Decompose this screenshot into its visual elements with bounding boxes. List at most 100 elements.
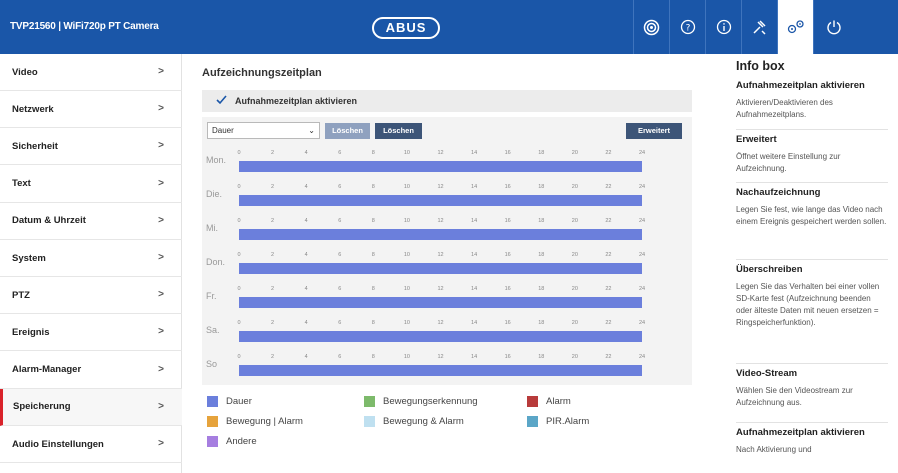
maintenance-button[interactable]: [741, 0, 777, 54]
day-schedule-bar[interactable]: [239, 161, 642, 172]
sidebar-item-label: Audio Einstellungen: [12, 438, 104, 450]
hour-tick-label: 10: [403, 286, 410, 292]
day-label: Mi.: [206, 223, 218, 233]
hour-tick-label: 14: [471, 354, 478, 360]
hour-tick-label: 6: [338, 354, 342, 360]
hour-tick-label: 8: [371, 184, 375, 190]
sidebar-item-label: Netzwerk: [12, 103, 54, 115]
hour-tick-label: 16: [504, 150, 511, 156]
hour-tick-label: 12: [437, 354, 444, 360]
day-schedule-bar[interactable]: [239, 365, 642, 376]
day-label: Die.: [206, 189, 223, 199]
info-heading: Aufnahmezeitplan aktivieren: [736, 427, 865, 438]
power-button[interactable]: [813, 0, 853, 54]
hour-tick-label: 24: [638, 252, 646, 258]
sidebar-item[interactable]: System >: [0, 240, 182, 277]
hour-tick-label: 16: [504, 252, 511, 258]
hour-tick-label: 22: [605, 320, 612, 326]
sidebar-item[interactable]: Text >: [0, 166, 182, 203]
hour-tick-label: 2: [271, 354, 275, 360]
hour-tick-label: 24: [638, 150, 646, 156]
hour-tick-label: 2: [271, 320, 275, 326]
live-view-button[interactable]: [633, 0, 669, 54]
chevron-right-icon: >: [158, 177, 164, 189]
day-label: Mon.: [206, 155, 227, 165]
hour-tick-label: 6: [338, 252, 342, 258]
help-button[interactable]: ?: [669, 0, 705, 54]
hour-tick-label: 16: [504, 218, 511, 224]
day-schedule-bar[interactable]: [239, 195, 642, 206]
hour-tick-label: 22: [605, 354, 612, 360]
enable-schedule-label: Aufnahmezeitplan aktivieren: [235, 96, 358, 106]
info-heading: Aufnahmezeitplan aktivieren: [736, 80, 865, 91]
hour-tick-label: 10: [403, 320, 410, 326]
day-schedule-bar[interactable]: [239, 331, 642, 342]
hour-tick-label: 18: [538, 252, 545, 258]
sidebar-item-label: Text: [12, 178, 31, 190]
delete-button-disabled[interactable]: Löschen: [325, 123, 370, 139]
legend-swatch: [364, 416, 375, 427]
hour-tick-label: 4: [304, 286, 308, 292]
info-heading: Überschreiben: [736, 264, 803, 275]
hour-tick-label: 20: [571, 184, 578, 190]
legend-label: Dauer: [226, 396, 252, 407]
info-heading: Nachaufzeichnung: [736, 187, 821, 198]
hour-tick-label: 6: [338, 286, 342, 292]
sidebar-item[interactable]: Audio Einstellungen >: [0, 426, 182, 463]
sidebar-item-label: Video: [12, 66, 38, 78]
hour-tick-label: 12: [437, 150, 444, 156]
hour-tick-label: 20: [571, 150, 578, 156]
info-box-title: Info box: [736, 59, 785, 73]
info-divider: [736, 259, 888, 260]
sidebar-item-label: Alarm-Manager: [12, 364, 82, 376]
settings-button[interactable]: [777, 0, 813, 54]
chevron-right-icon: >: [158, 214, 164, 226]
legend-label: PIR.Alarm: [546, 416, 590, 427]
hour-tick-label: 8: [371, 252, 375, 258]
advanced-button[interactable]: Erweitert: [626, 123, 682, 139]
legend-swatch: [207, 436, 218, 447]
sidebar-item[interactable]: PTZ >: [0, 277, 182, 315]
info-text: Legen Sie fest, wie lange das Video nach…: [736, 205, 887, 226]
record-type-value: Dauer: [212, 126, 234, 135]
svg-text:?: ?: [685, 24, 690, 34]
info-text: Öffnet weitere Einstellung zur Aufzeichn…: [736, 152, 841, 173]
day-schedule-bar[interactable]: [239, 263, 642, 274]
legend-swatch: [207, 416, 218, 427]
sidebar-item[interactable]: Speicherung >: [0, 388, 182, 426]
sidebar-item[interactable]: Netzwerk >: [0, 91, 182, 129]
hour-tick-label: 18: [538, 354, 545, 360]
chevron-down-icon: ⌄: [308, 126, 315, 135]
info-text: Aktivieren/Deaktivieren des Aufnahmezeit…: [736, 98, 833, 119]
sidebar-item-label: PTZ: [12, 289, 30, 301]
hour-tick-label: 22: [605, 150, 612, 156]
sidebar-item[interactable]: Sicherheit >: [0, 128, 182, 166]
hour-tick-label: 2: [271, 184, 275, 190]
delete-button[interactable]: Löschen: [375, 123, 422, 139]
sidebar-item[interactable]: Video >: [0, 54, 182, 91]
chevron-right-icon: >: [158, 326, 164, 338]
hour-tick-label: 2: [271, 286, 275, 292]
hour-tick-label: 0: [237, 150, 241, 156]
legend-label: Andere: [226, 436, 257, 447]
hour-tick-label: 12: [437, 286, 444, 292]
chevron-right-icon: >: [158, 363, 164, 375]
legend-swatch: [527, 416, 538, 427]
live-view-icon: [643, 19, 660, 36]
hour-tick-label: 14: [471, 150, 478, 156]
day-schedule-bar[interactable]: [239, 297, 642, 308]
chevron-right-icon: >: [158, 289, 164, 301]
hour-tick-label: 24: [638, 218, 646, 224]
legend-swatch: [364, 396, 375, 407]
record-type-select[interactable]: Dauer ⌄: [207, 122, 320, 139]
hour-tick-label: 4: [304, 218, 308, 224]
info-button[interactable]: [705, 0, 741, 54]
sidebar-item[interactable]: Ereignis >: [0, 314, 182, 352]
day-schedule-bar[interactable]: [239, 229, 642, 240]
sidebar-item[interactable]: Datum & Uhrzeit >: [0, 203, 182, 240]
sidebar-item[interactable]: Alarm-Manager >: [0, 352, 182, 389]
info-icon: [716, 19, 732, 35]
hour-tick-label: 18: [538, 286, 545, 292]
info-heading: Video-Stream: [736, 368, 798, 379]
enable-schedule-checkbox[interactable]: [216, 95, 227, 105]
